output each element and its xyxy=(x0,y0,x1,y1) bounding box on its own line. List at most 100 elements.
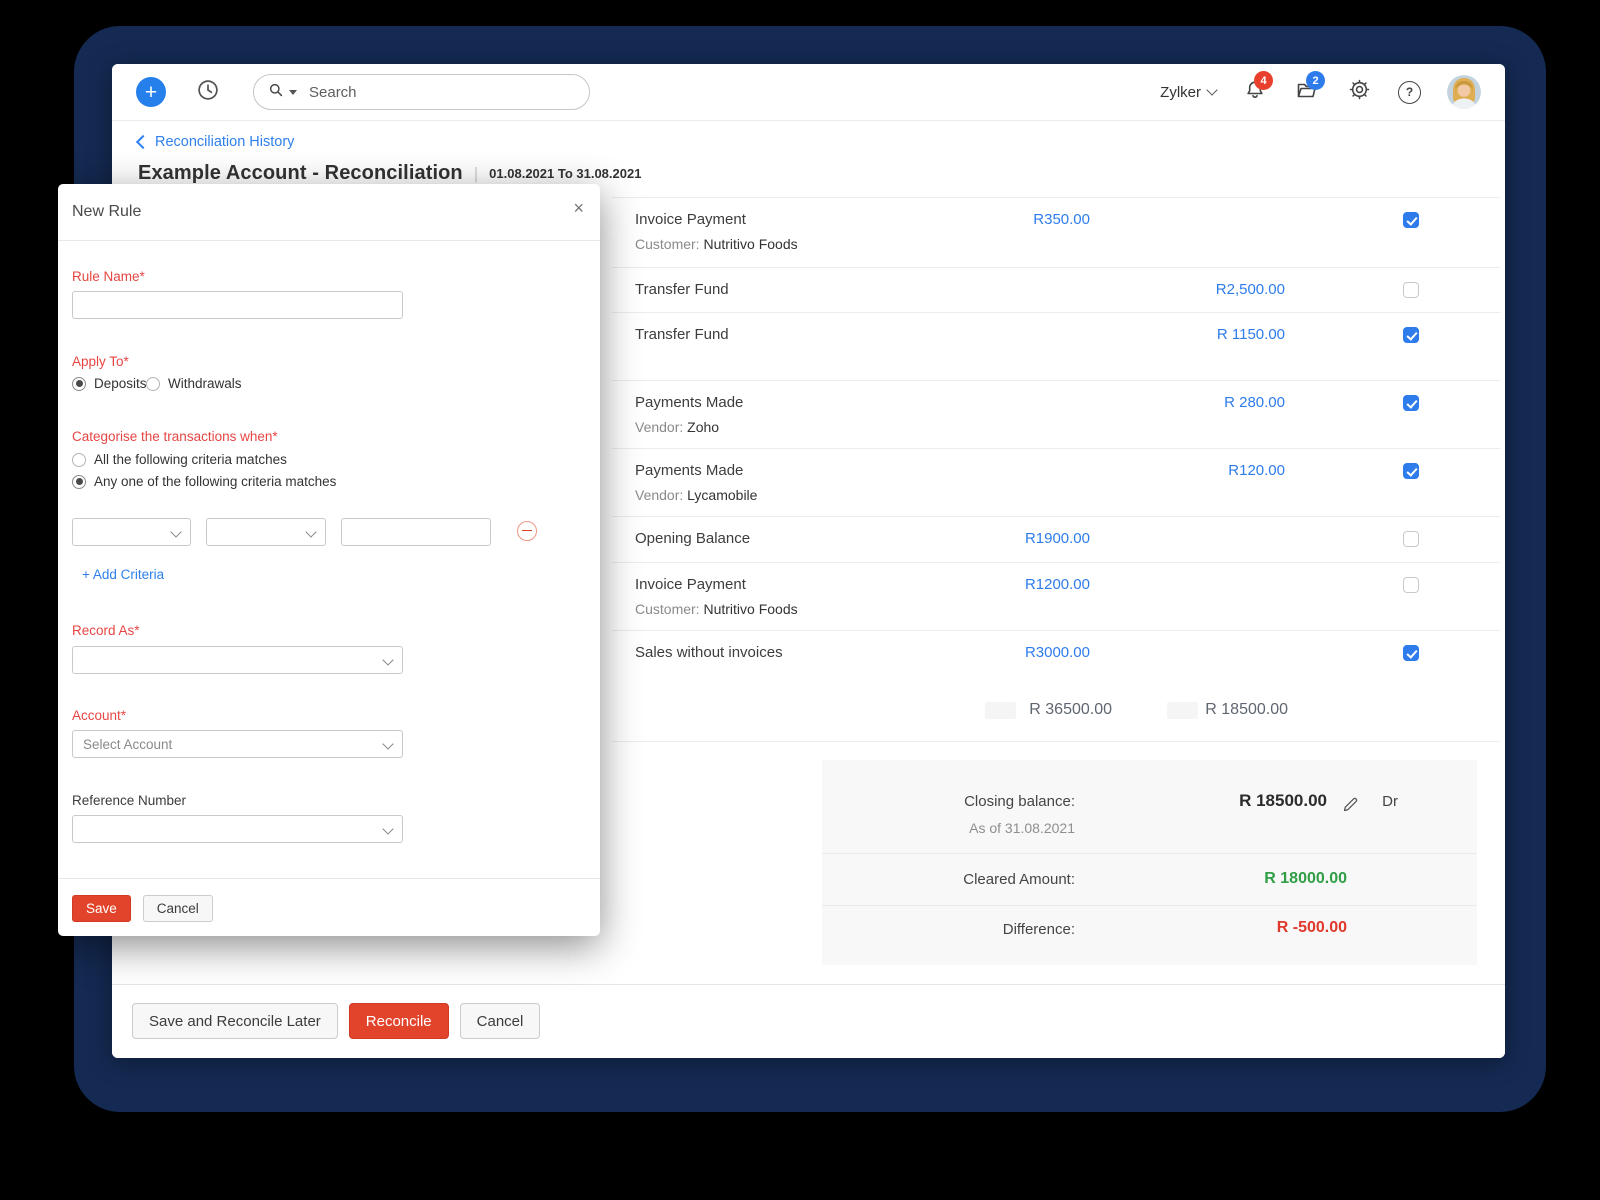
chevron-down-icon xyxy=(382,823,393,834)
title-separator: | xyxy=(474,164,478,184)
divider xyxy=(58,878,600,879)
table-row: Invoice Payment Customer: Nutritivo Food… xyxy=(612,198,1500,268)
difference-label: Difference: xyxy=(1003,921,1075,938)
documents-button[interactable]: 2 xyxy=(1294,79,1320,105)
search-bar[interactable] xyxy=(253,74,590,110)
recent-history-button[interactable] xyxy=(193,77,223,107)
apply-to-deposits-radio[interactable]: Deposits xyxy=(72,376,147,391)
table-row: Sales without invoices R3000.00 xyxy=(612,631,1500,691)
transaction-amount: R 280.00 xyxy=(1224,394,1285,411)
transaction-type: Sales without invoices xyxy=(635,644,783,661)
add-criteria-link[interactable]: + Add Criteria xyxy=(82,567,164,582)
transaction-type: Payments Made xyxy=(635,394,743,411)
notification-badge: 4 xyxy=(1254,71,1273,90)
radio-icon xyxy=(146,377,160,391)
table-row: Opening Balance R1900.00 xyxy=(612,517,1500,563)
criteria-all-radio[interactable]: All the following criteria matches xyxy=(72,452,287,467)
closing-balance-asof: As of 31.08.2021 xyxy=(969,820,1075,836)
transactions-table: Invoice Payment Customer: Nutritivo Food… xyxy=(612,197,1500,742)
breadcrumb-label: Reconciliation History xyxy=(155,134,294,150)
withdrawals-total: R 18500.00 xyxy=(1205,701,1288,719)
totals-row: R 36500.00 R 18500.00 xyxy=(612,691,1500,742)
transaction-amount: R2,500.00 xyxy=(1216,281,1285,298)
row-checkbox[interactable] xyxy=(1403,327,1419,343)
cleared-amount-value: R 18000.00 xyxy=(1264,870,1347,888)
row-checkbox[interactable] xyxy=(1403,577,1419,593)
documents-badge: 2 xyxy=(1306,71,1325,90)
row-checkbox[interactable] xyxy=(1403,212,1419,228)
transaction-amount: R1900.00 xyxy=(1025,530,1090,547)
reconcile-button[interactable]: Reconcile xyxy=(349,1003,449,1039)
page-title: Example Account - Reconciliation xyxy=(138,162,463,185)
transaction-amount: R 1150.00 xyxy=(1217,326,1285,343)
notifications-button[interactable]: 4 xyxy=(1242,79,1268,105)
closing-balance-drcr: Dr xyxy=(1382,793,1398,810)
modal-save-button[interactable]: Save xyxy=(72,895,131,922)
search-input[interactable] xyxy=(307,83,541,102)
transaction-subtext: Vendor: Lycamobile xyxy=(635,487,757,503)
closing-balance-label: Closing balance: xyxy=(964,793,1075,810)
criteria-any-radio[interactable]: Any one of the following criteria matche… xyxy=(72,474,336,489)
total-highlight xyxy=(1167,702,1198,719)
radio-icon xyxy=(72,377,86,391)
close-icon[interactable]: × xyxy=(573,199,584,217)
transaction-amount: R1200.00 xyxy=(1025,576,1090,593)
modal-cancel-button[interactable]: Cancel xyxy=(143,895,213,922)
action-footer: Save and Reconcile Later Reconcile Cance… xyxy=(112,984,1505,1058)
transaction-type: Opening Balance xyxy=(635,530,750,547)
gear-icon xyxy=(1348,78,1371,106)
table-row: Invoice Payment Customer: Nutritivo Food… xyxy=(612,563,1500,631)
criteria-comparator-select[interactable] xyxy=(206,518,326,546)
edit-closing-balance-button[interactable] xyxy=(1342,796,1359,818)
transaction-type: Invoice Payment xyxy=(635,576,798,593)
chevron-down-icon xyxy=(305,526,316,537)
row-checkbox[interactable] xyxy=(1403,645,1419,661)
modal-title: New Rule xyxy=(72,203,141,221)
transaction-type: Invoice Payment xyxy=(635,211,798,228)
record-as-label: Record As* xyxy=(72,623,140,638)
closing-balance-value: R 18500.00 xyxy=(1239,791,1327,811)
chevron-down-icon xyxy=(382,738,393,749)
search-icon xyxy=(268,82,284,103)
divider xyxy=(822,853,1477,854)
help-button[interactable]: ? xyxy=(1398,81,1421,104)
transaction-subtext: Vendor: Zoho xyxy=(635,419,743,435)
topbar: + Zylker xyxy=(112,64,1505,121)
table-row: Payments Made Vendor: Zoho R 280.00 xyxy=(612,381,1500,449)
transaction-type: Transfer Fund xyxy=(635,281,729,298)
row-checkbox[interactable] xyxy=(1403,282,1419,298)
deposits-total: R 36500.00 xyxy=(1029,701,1112,719)
reconciliation-date-range: 01.08.2021 To 31.08.2021 xyxy=(489,166,641,181)
chevron-left-icon xyxy=(136,135,150,149)
rule-name-input[interactable] xyxy=(72,291,403,319)
account-select[interactable]: Select Account xyxy=(72,730,403,758)
transaction-subtext: Customer: Nutritivo Foods xyxy=(635,601,798,617)
apply-to-withdrawals-radio[interactable]: Withdrawals xyxy=(146,376,242,391)
account-label: Account* xyxy=(72,708,126,723)
cleared-amount-label: Cleared Amount: xyxy=(963,871,1075,888)
apply-to-label: Apply To* xyxy=(72,354,129,369)
quick-create-button[interactable]: + xyxy=(136,77,166,107)
user-avatar[interactable] xyxy=(1447,75,1481,109)
record-as-select[interactable] xyxy=(72,646,403,674)
settings-button[interactable] xyxy=(1346,79,1372,105)
breadcrumb[interactable]: Reconciliation History xyxy=(138,134,294,150)
chevron-down-icon xyxy=(382,654,393,665)
criteria-field-select[interactable] xyxy=(72,518,191,546)
transaction-type: Transfer Fund xyxy=(635,326,729,343)
title-row: Example Account - Reconciliation | 01.08… xyxy=(138,162,641,185)
transaction-amount: R3000.00 xyxy=(1025,644,1090,661)
cancel-button[interactable]: Cancel xyxy=(460,1003,541,1039)
row-checkbox[interactable] xyxy=(1403,395,1419,411)
reference-number-select[interactable] xyxy=(72,815,403,843)
save-and-reconcile-later-button[interactable]: Save and Reconcile Later xyxy=(132,1003,338,1039)
remove-criteria-icon[interactable] xyxy=(517,521,537,541)
search-scope-dropdown-icon[interactable] xyxy=(289,90,297,95)
row-checkbox[interactable] xyxy=(1403,531,1419,547)
topbar-right-cluster: Zylker 4 xyxy=(1160,64,1481,120)
radio-icon xyxy=(72,475,86,489)
criteria-value-input[interactable] xyxy=(341,518,491,546)
org-switcher[interactable]: Zylker xyxy=(1160,84,1216,101)
chevron-down-icon xyxy=(1206,84,1217,95)
row-checkbox[interactable] xyxy=(1403,463,1419,479)
